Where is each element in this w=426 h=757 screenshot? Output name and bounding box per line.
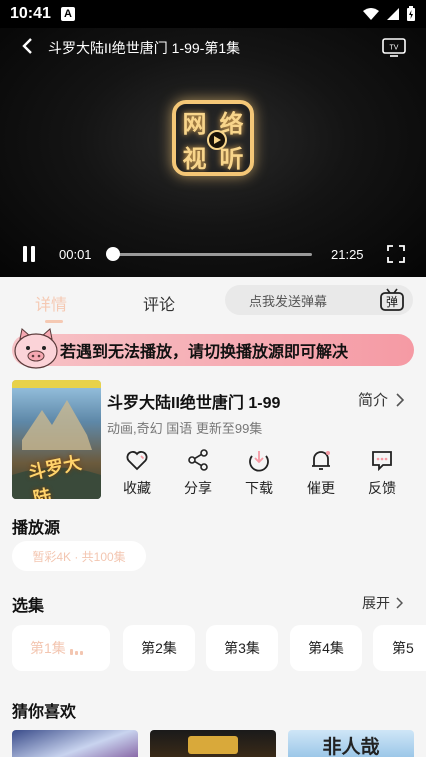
episode-5[interactable]: 第5 bbox=[373, 625, 426, 671]
source-chip[interactable]: 暂彩4K · 共100集 bbox=[12, 541, 146, 571]
source-section-title: 播放源 bbox=[12, 520, 61, 537]
intro-label: 简介 bbox=[358, 392, 389, 409]
tab-comments[interactable]: 评论 bbox=[143, 291, 175, 315]
danmu-button-label: 弹 bbox=[386, 295, 398, 309]
feedback-label: 反馈 bbox=[368, 480, 396, 496]
bell-icon bbox=[312, 451, 330, 470]
heart-icon bbox=[126, 451, 148, 471]
thumb-2-art bbox=[188, 736, 238, 754]
pause-icon[interactable] bbox=[21, 246, 37, 262]
remind-update-label: 催更 bbox=[307, 480, 335, 496]
svg-text:TV: TV bbox=[390, 45, 399, 52]
remind-update-button[interactable]: 催更 bbox=[291, 448, 351, 498]
chevron-right-icon bbox=[396, 597, 403, 609]
danmu-placeholder: 点我发送弹幕 bbox=[249, 293, 328, 309]
episode-3[interactable]: 第3集 bbox=[206, 625, 278, 671]
player-controls: 00:01 21:25 bbox=[0, 242, 426, 266]
tv-cast-icon[interactable]: TV bbox=[382, 36, 406, 58]
feedback-button[interactable]: 反馈 bbox=[352, 448, 412, 498]
tab-detail[interactable]: 详情 bbox=[35, 291, 67, 315]
logo-char-3: 视 bbox=[182, 146, 207, 173]
progress-track[interactable] bbox=[112, 253, 312, 256]
thumb-3-title: 非人哉 bbox=[322, 737, 380, 757]
notification-a-icon: A bbox=[60, 7, 75, 21]
duration: 21:25 bbox=[331, 247, 364, 262]
current-time: 00:01 bbox=[59, 247, 92, 262]
recommend-thumb-3[interactable]: 非人哉 bbox=[288, 730, 414, 757]
back-arrow-icon[interactable] bbox=[18, 36, 38, 56]
playing-bars-icon bbox=[70, 649, 83, 655]
danmu-input[interactable]: 点我发送弹幕 弹 bbox=[225, 285, 413, 315]
download-button[interactable]: 下载 bbox=[229, 448, 289, 498]
episode-1-label: 第1集 bbox=[30, 640, 66, 656]
progress-knob[interactable] bbox=[106, 247, 120, 261]
battery-icon bbox=[407, 6, 415, 21]
download-label: 下载 bbox=[245, 480, 273, 496]
expand-label: 展开 bbox=[362, 595, 390, 611]
danmu-toggle-icon[interactable]: 弹 bbox=[379, 288, 405, 312]
player-title: 斗罗大陆II绝世唐门 1-99-第1集 bbox=[48, 40, 241, 56]
pig-mascot-icon bbox=[14, 328, 58, 369]
video-player[interactable]: 斗罗大陆II绝世唐门 1-99-第1集 TV 网 络 视 听 00:01 21:… bbox=[0, 28, 426, 277]
episodes-section-title: 选集 bbox=[12, 598, 45, 615]
wifi-icon bbox=[363, 8, 379, 20]
signal-icon bbox=[387, 8, 399, 20]
share-label: 分享 bbox=[184, 480, 212, 496]
feedback-icon bbox=[372, 451, 392, 472]
share-button[interactable]: 分享 bbox=[168, 448, 228, 498]
logo-play-icon bbox=[207, 130, 227, 150]
status-time: 10:41 bbox=[10, 5, 51, 22]
tab-bar: 详情 评论 点我发送弹幕 弹 bbox=[0, 277, 426, 327]
favorite-label: 收藏 bbox=[123, 480, 151, 496]
recommend-thumb-2[interactable] bbox=[150, 730, 276, 757]
logo-char-1: 网 bbox=[182, 111, 207, 138]
share-icon bbox=[188, 449, 208, 471]
anime-title: 斗罗大陆II绝世唐门 1-99 bbox=[107, 395, 281, 412]
status-bar: 10:41 A bbox=[0, 0, 426, 28]
episode-4[interactable]: 第4集 bbox=[290, 625, 362, 671]
notice-text: 若遇到无法播放，请切换播放源即可解决 bbox=[60, 344, 349, 361]
recommend-section-title: 猜你喜欢 bbox=[12, 704, 77, 721]
episode-1[interactable]: 第1集 bbox=[12, 625, 110, 671]
player-logo: 网 络 视 听 bbox=[172, 100, 254, 176]
anime-poster[interactable]: 斗罗大陆 bbox=[12, 380, 101, 499]
recommend-thumb-1[interactable] bbox=[12, 730, 138, 757]
intro-button[interactable]: 简介 bbox=[358, 389, 405, 410]
expand-button[interactable]: 展开 bbox=[362, 593, 403, 613]
episode-2[interactable]: 第2集 bbox=[123, 625, 195, 671]
favorite-button[interactable]: 收藏 bbox=[107, 448, 167, 498]
notice-banner: 若遇到无法播放，请切换播放源即可解决 bbox=[12, 334, 414, 366]
chevron-right-icon bbox=[396, 392, 405, 407]
fullscreen-icon[interactable] bbox=[387, 245, 405, 263]
download-icon bbox=[249, 451, 269, 472]
tab-active-indicator bbox=[45, 320, 63, 323]
anime-meta: 动画,奇幻 国语 更新至99集 bbox=[107, 421, 263, 436]
action-row: 收藏 分享 下载 催更 反馈 bbox=[107, 448, 412, 500]
